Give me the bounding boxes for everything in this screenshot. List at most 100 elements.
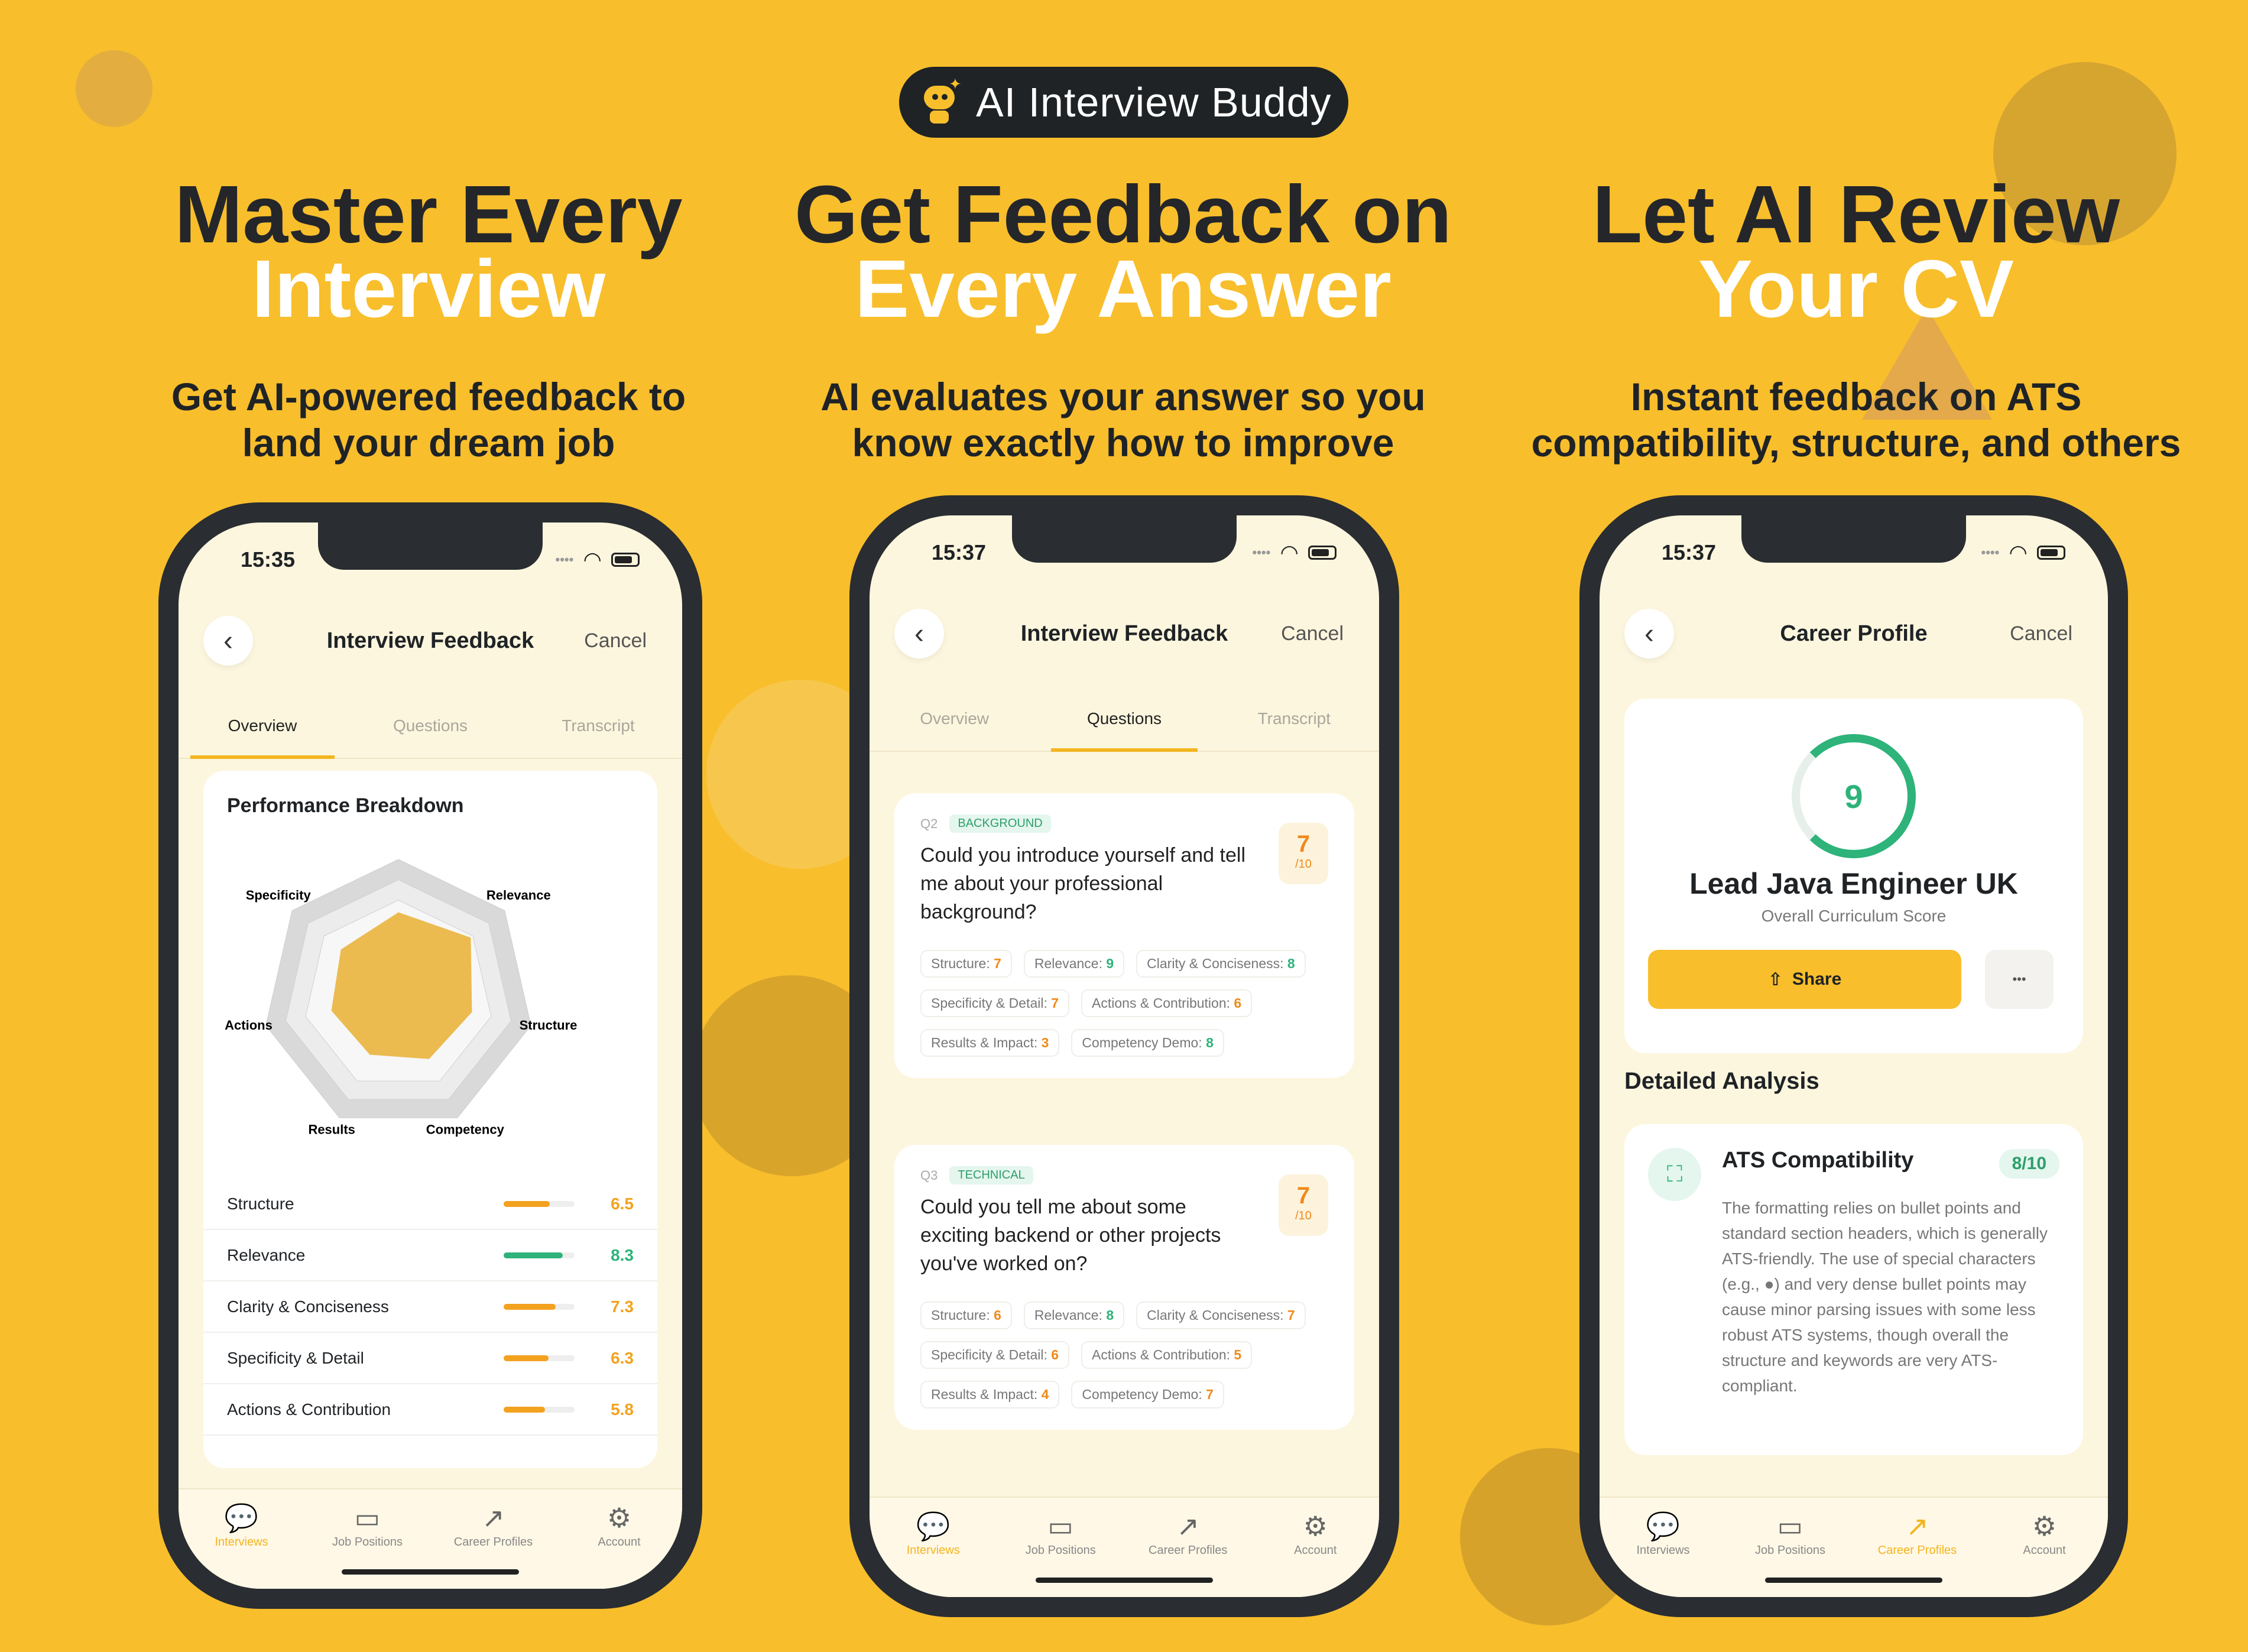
nav-interviews[interactable]: 💬 Interviews	[870, 1498, 997, 1597]
question-card[interactable]: Q3 TECHNICAL Could you tell me about some …	[894, 1145, 1354, 1430]
nav-label: Job Positions	[1755, 1544, 1825, 1557]
nav-label: Interviews	[1636, 1544, 1690, 1557]
nav-interviews[interactable]: 💬 Interviews	[1600, 1498, 1727, 1597]
tab-transcript[interactable]: Transcript	[514, 706, 682, 758]
nav-account[interactable]: ⚙ Account	[1981, 1498, 2108, 1597]
cancel-button[interactable]: Cancel	[1281, 622, 1344, 645]
question-score: 7/10	[1279, 1174, 1328, 1236]
chip-value: 8	[1206, 1035, 1214, 1050]
metric-row: Specificity & Detail 6.3	[203, 1333, 657, 1384]
subtitle: Instant feedback on ATS	[1630, 375, 2082, 418]
signal-icon: ••••	[555, 552, 574, 567]
tab-transcript[interactable]: Transcript	[1209, 699, 1379, 751]
signal-icon: ••••	[1252, 545, 1271, 560]
criteria-chip: Results & Impact: 4	[920, 1381, 1060, 1408]
metric-name: Clarity & Conciseness	[227, 1297, 389, 1316]
tab-questions[interactable]: Questions	[346, 706, 514, 758]
tab-bar: Overview Questions Transcript	[179, 706, 682, 759]
score-value: 7	[1296, 831, 1310, 857]
nav-label: Interviews	[215, 1536, 268, 1549]
radar-label: Competency	[426, 1122, 505, 1137]
headline: Master Every	[174, 169, 683, 260]
nav-label: Interviews	[906, 1544, 960, 1557]
criteria-chip: Structure: 6	[920, 1302, 1012, 1329]
brand-badge: ✦ AI Interview Buddy	[899, 67, 1348, 138]
panel-3-heading: Let AI Review Your CV Instant feedback o…	[1501, 174, 2211, 466]
tab-overview[interactable]: Overview	[870, 699, 1039, 751]
radar-label: Structure	[520, 1018, 578, 1033]
phone-questions: 15:37 •••• ◠ ‹ Interview Feedback Cancel …	[849, 495, 1399, 1617]
criteria-chip: Actions & Contribution: 6	[1081, 989, 1253, 1017]
criteria-chip: Relevance: 8	[1023, 1302, 1125, 1329]
metric-value: 6.5	[611, 1194, 634, 1213]
cancel-button[interactable]: Cancel	[584, 629, 647, 653]
chat-icon: 💬	[916, 1511, 951, 1541]
nav-label: Career Profiles	[1877, 1544, 1957, 1557]
ats-title: ATS Compatibility	[1722, 1148, 1914, 1173]
score-denominator: /10	[1295, 1209, 1312, 1222]
more-button[interactable]: •••	[1985, 950, 2054, 1009]
question-number: Q2	[920, 816, 938, 831]
nav-label: Job Positions	[1025, 1544, 1096, 1557]
radar-chart: ClarityRelevanceStructureCompetencyResul…	[225, 859, 578, 1137]
radar-label: Actions	[225, 1018, 273, 1033]
share-label: Share	[1792, 969, 1842, 989]
metric-name: Specificity & Detail	[227, 1348, 364, 1367]
chip-value: 6	[994, 1307, 1001, 1323]
question-card[interactable]: Q2 BACKGROUND Could you introduce yourself…	[894, 793, 1354, 1078]
metric-bar	[504, 1303, 575, 1310]
nav-label: Job Positions	[332, 1536, 403, 1549]
metric-name: Structure	[227, 1194, 294, 1213]
status-time: 15:35	[241, 547, 296, 572]
category-tag: BACKGROUND	[949, 814, 1051, 833]
chip-value: 8	[1287, 956, 1295, 971]
criteria-chip: Clarity & Conciseness: 8	[1136, 950, 1306, 978]
chip-label: Actions & Contribution:	[1092, 1347, 1230, 1362]
home-indicator	[1036, 1578, 1213, 1583]
cancel-button[interactable]: Cancel	[2010, 622, 2072, 645]
trend-icon: ↗	[1176, 1511, 1200, 1541]
ats-description: The formatting relies on bullet points a…	[1722, 1199, 2048, 1395]
section-title: Detailed Analysis	[1624, 1068, 1819, 1094]
chip-label: Relevance:	[1034, 956, 1102, 971]
metric-value: 5.8	[611, 1400, 634, 1419]
metric-row: Clarity & Conciseness 7.3	[203, 1281, 657, 1333]
subtitle: know exactly how to improve	[852, 421, 1394, 465]
chip-label: Structure:	[931, 956, 990, 971]
chip-label: Results & Impact:	[931, 1387, 1038, 1402]
share-button[interactable]: ⇧ Share	[1648, 950, 1961, 1009]
criteria-chip: Specificity & Detail: 7	[920, 989, 1070, 1017]
nav-label: Account	[2023, 1544, 2066, 1557]
criteria-chip: Competency Demo: 7	[1071, 1381, 1224, 1408]
chip-label: Clarity & Conciseness:	[1147, 956, 1284, 971]
chip-label: Clarity & Conciseness:	[1147, 1307, 1284, 1323]
subtitle: compatibility, structure, and others	[1531, 421, 2181, 465]
radar-label: Results	[308, 1122, 355, 1137]
headline: Your CV	[1698, 244, 2015, 335]
metric-row: Structure 6.5	[203, 1179, 657, 1230]
status-bar: 15:35 •••• ◠	[179, 547, 682, 577]
screen: 15:37 •••• ◠ ‹ Career Profile Cancel 9 Le…	[1600, 515, 2108, 1597]
tab-questions[interactable]: Questions	[1039, 699, 1209, 752]
question-text: Could you tell me about some exciting ba…	[920, 1196, 1221, 1275]
panel-1-heading: Master Every Interview Get AI-powered fe…	[74, 169, 783, 466]
nav-account[interactable]: ⚙ Account	[556, 1489, 682, 1589]
nav-bar: ‹ Interview Feedback Cancel	[870, 598, 1379, 669]
wifi-icon: ◠	[1281, 540, 1297, 564]
performance-card: Performance Breakdown ClarityRelevanceSt…	[203, 771, 657, 1468]
subtitle: AI evaluates your answer so you	[820, 375, 1426, 418]
nav-account[interactable]: ⚙ Account	[1252, 1498, 1380, 1597]
tab-overview[interactable]: Overview	[179, 706, 346, 759]
brand-name: AI Interview Buddy	[976, 79, 1332, 125]
chip-label: Structure:	[931, 1307, 990, 1323]
metric-row: Actions & Contribution 5.8	[203, 1384, 657, 1436]
chip-label: Relevance:	[1034, 1307, 1102, 1323]
gear-icon: ⚙	[606, 1502, 632, 1533]
criteria-chip: Structure: 7	[920, 950, 1012, 978]
chip-value: 9	[1106, 956, 1114, 971]
status-bar: 15:37 •••• ◠	[870, 540, 1379, 570]
status-time: 15:37	[1662, 540, 1717, 564]
nav-interviews[interactable]: 💬 Interviews	[179, 1489, 304, 1589]
nav-label: Career Profiles	[1149, 1544, 1228, 1557]
chip-label: Specificity & Detail:	[931, 1347, 1047, 1362]
